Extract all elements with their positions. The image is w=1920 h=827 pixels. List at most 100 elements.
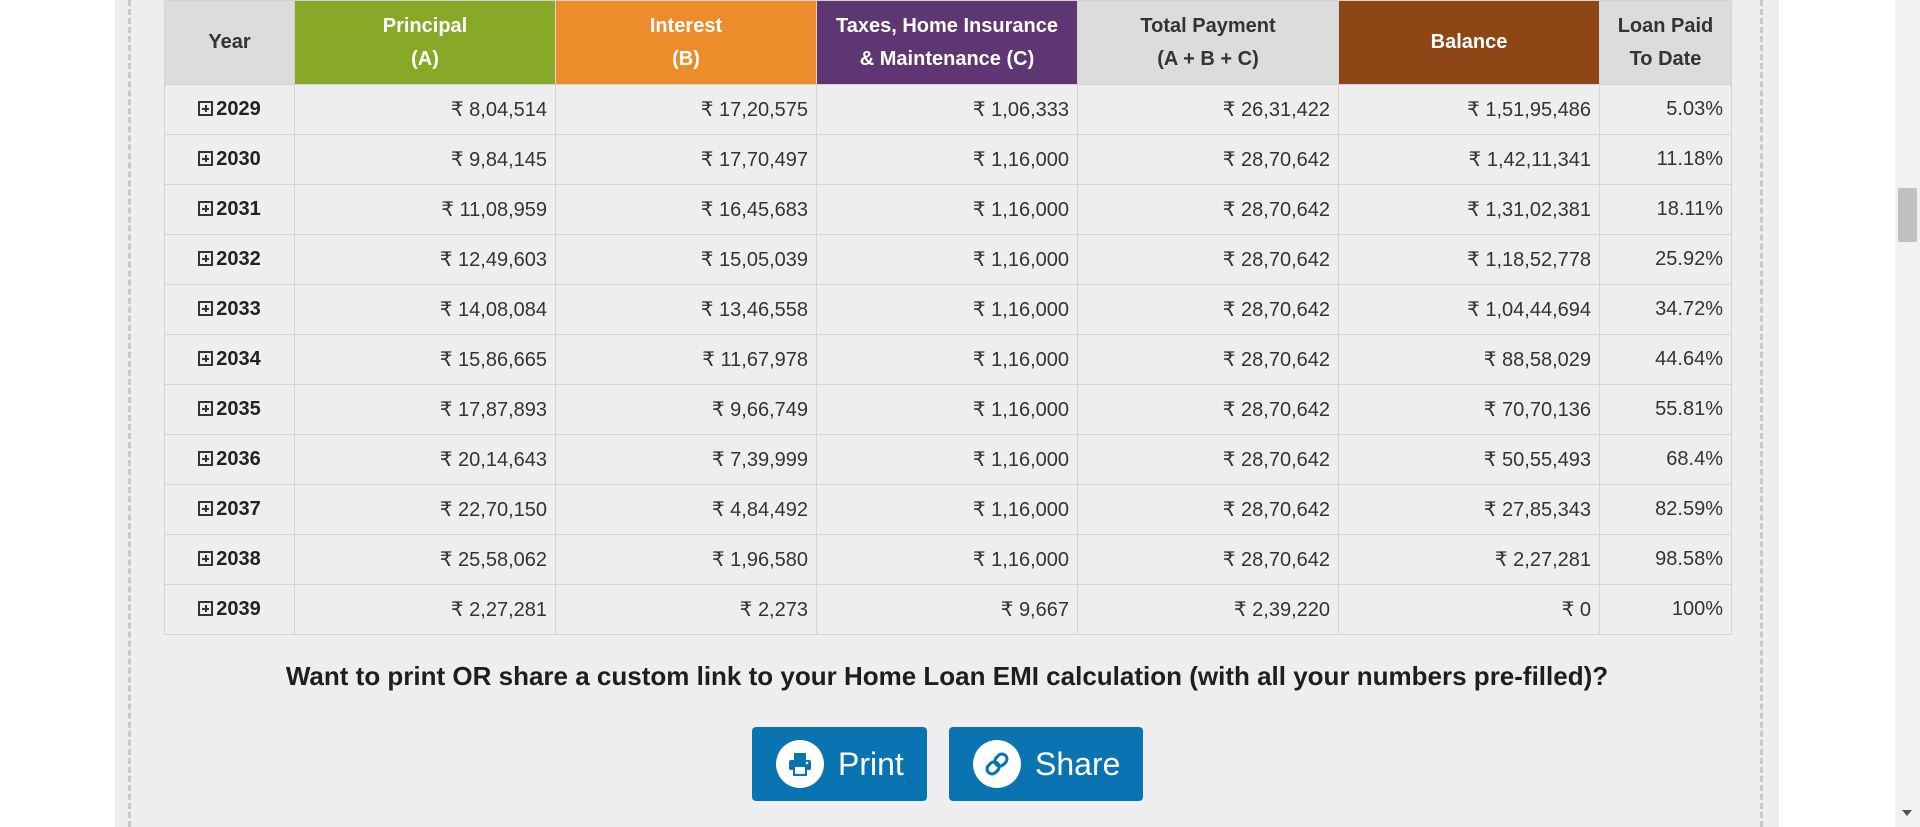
share-button-label: Share	[1035, 745, 1121, 782]
taxes-cell: ₹ 9,667	[816, 584, 1078, 635]
share-button[interactable]: Share	[949, 727, 1143, 801]
total-payment-cell: ₹ 2,39,220	[1077, 584, 1339, 635]
balance-cell: ₹ 1,04,44,694	[1338, 284, 1600, 335]
table-row: 2031 ₹ 11,08,959 ₹ 16,45,683 ₹ 1,16,000 ₹ 28…	[164, 184, 1732, 235]
balance-cell: ₹ 2,27,281	[1338, 534, 1600, 585]
total-payment-cell: ₹ 28,70,642	[1077, 534, 1339, 585]
year-label: 2029	[216, 98, 261, 120]
share-print-prompt: Want to print OR share a custom link to …	[285, 661, 1609, 691]
table-row: 2035 ₹ 17,87,893 ₹ 9,66,749 ₹ 1,16,000 ₹ 28,…	[164, 384, 1732, 435]
expand-plus-icon[interactable]	[198, 451, 214, 466]
taxes-cell: ₹ 1,16,000	[816, 334, 1078, 385]
year-cell[interactable]: 2033	[164, 284, 295, 335]
year-cell[interactable]: 2030	[164, 134, 295, 185]
interest-cell: ₹ 4,84,492	[555, 484, 817, 535]
principal-cell: ₹ 25,58,062	[294, 534, 556, 585]
interest-cell: ₹ 9,66,749	[555, 384, 817, 435]
loan-paid-cell: 5.03%	[1599, 84, 1732, 135]
expand-plus-icon[interactable]	[198, 551, 214, 566]
interest-cell: ₹ 17,70,497	[555, 134, 817, 185]
year-label: 2030	[216, 148, 261, 170]
header-interest: Interest (B)	[555, 0, 817, 85]
year-cell[interactable]: 2036	[164, 434, 295, 485]
table-header-row: Year Principal (A) Interest (B) Taxes, Hom…	[164, 0, 1732, 85]
loan-paid-cell: 68.4%	[1599, 434, 1732, 485]
taxes-cell: ₹ 1,16,000	[816, 434, 1078, 485]
year-cell[interactable]: 2032	[164, 234, 295, 285]
expand-plus-icon[interactable]	[198, 351, 214, 366]
print-button[interactable]: Print	[752, 727, 927, 801]
table-row: 2030 ₹ 9,84,145 ₹ 17,70,497 ₹ 1,16,000 ₹ 28,…	[164, 134, 1732, 185]
dashed-border-right	[1760, 0, 1763, 827]
year-cell[interactable]: 2029	[164, 84, 295, 135]
header-loan-paid: Loan Paid To Date	[1599, 0, 1732, 85]
expand-plus-icon[interactable]	[198, 401, 214, 416]
loan-paid-cell: 25.92%	[1599, 234, 1732, 285]
taxes-cell: ₹ 1,06,333	[816, 84, 1078, 135]
loan-paid-cell: 11.18%	[1599, 134, 1732, 185]
expand-plus-icon[interactable]	[198, 251, 214, 266]
expand-plus-icon[interactable]	[198, 151, 214, 166]
interest-cell: ₹ 7,39,999	[555, 434, 817, 485]
total-payment-cell: ₹ 28,70,642	[1077, 334, 1339, 385]
total-payment-cell: ₹ 28,70,642	[1077, 284, 1339, 335]
taxes-cell: ₹ 1,16,000	[816, 384, 1078, 435]
total-payment-cell: ₹ 28,70,642	[1077, 234, 1339, 285]
scrollbar-thumb[interactable]	[1898, 188, 1917, 242]
table-row: 2038 ₹ 25,58,062 ₹ 1,96,580 ₹ 1,16,000 ₹ 28,…	[164, 534, 1732, 585]
expand-plus-icon[interactable]	[198, 501, 214, 516]
table-row: 2029 ₹ 8,04,514 ₹ 17,20,575 ₹ 1,06,333 ₹ 26,…	[164, 84, 1732, 135]
interest-cell: ₹ 16,45,683	[555, 184, 817, 235]
table-row: 2036 ₹ 20,14,643 ₹ 7,39,999 ₹ 1,16,000 ₹ 28,…	[164, 434, 1732, 485]
interest-cell: ₹ 13,46,558	[555, 284, 817, 335]
year-label: 2032	[216, 248, 261, 270]
principal-cell: ₹ 11,08,959	[294, 184, 556, 235]
year-label: 2039	[216, 598, 261, 620]
total-payment-cell: ₹ 28,70,642	[1077, 484, 1339, 535]
header-total-payment: Total Payment (A + B + C)	[1077, 0, 1339, 85]
expand-plus-icon[interactable]	[198, 101, 214, 116]
expand-plus-icon[interactable]	[198, 301, 214, 316]
year-cell[interactable]: 2031	[164, 184, 295, 235]
balance-cell: ₹ 50,55,493	[1338, 434, 1600, 485]
table-row: 2033 ₹ 14,08,084 ₹ 13,46,558 ₹ 1,16,000 ₹ 28…	[164, 284, 1732, 335]
balance-cell: ₹ 88,58,029	[1338, 334, 1600, 385]
table-row: 2037 ₹ 22,70,150 ₹ 4,84,492 ₹ 1,16,000 ₹ 28,…	[164, 484, 1732, 535]
total-payment-cell: ₹ 28,70,642	[1077, 384, 1339, 435]
principal-cell: ₹ 2,27,281	[294, 584, 556, 635]
dashed-border-left	[128, 0, 131, 827]
loan-paid-cell: 34.72%	[1599, 284, 1732, 335]
amortization-table: Year Principal (A) Interest (B) Taxes, Hom…	[164, 0, 1732, 635]
total-payment-cell: ₹ 26,31,422	[1077, 84, 1339, 135]
expand-plus-icon[interactable]	[198, 601, 214, 616]
year-cell[interactable]: 2039	[164, 584, 295, 635]
loan-paid-cell: 82.59%	[1599, 484, 1732, 535]
total-payment-cell: ₹ 28,70,642	[1077, 434, 1339, 485]
year-cell[interactable]: 2037	[164, 484, 295, 535]
header-year: Year	[164, 0, 295, 85]
principal-cell: ₹ 20,14,643	[294, 434, 556, 485]
year-cell[interactable]: 2035	[164, 384, 295, 435]
balance-cell: ₹ 1,31,02,381	[1338, 184, 1600, 235]
principal-cell: ₹ 15,86,665	[294, 334, 556, 385]
balance-cell: ₹ 1,51,95,486	[1338, 84, 1600, 135]
interest-cell: ₹ 11,67,978	[555, 334, 817, 385]
principal-cell: ₹ 12,49,603	[294, 234, 556, 285]
balance-cell: ₹ 70,70,136	[1338, 384, 1600, 435]
scroll-down-arrow-icon[interactable]	[1902, 810, 1912, 816]
balance-cell: ₹ 1,18,52,778	[1338, 234, 1600, 285]
interest-cell: ₹ 17,20,575	[555, 84, 817, 135]
total-payment-cell: ₹ 28,70,642	[1077, 184, 1339, 235]
table-row: 2039 ₹ 2,27,281 ₹ 2,273 ₹ 9,667 ₹ 2,39,220 ₹ …	[164, 584, 1732, 635]
year-label: 2038	[216, 548, 261, 570]
expand-plus-icon[interactable]	[198, 201, 214, 216]
link-icon	[973, 740, 1021, 788]
year-cell[interactable]: 2034	[164, 334, 295, 385]
printer-icon	[776, 740, 824, 788]
print-button-label: Print	[838, 745, 904, 782]
header-taxes: Taxes, Home Insurance & Maintenance (C)	[816, 0, 1078, 85]
year-cell[interactable]: 2038	[164, 534, 295, 585]
interest-cell: ₹ 15,05,039	[555, 234, 817, 285]
interest-cell: ₹ 2,273	[555, 584, 817, 635]
vertical-scrollbar[interactable]	[1895, 0, 1920, 827]
